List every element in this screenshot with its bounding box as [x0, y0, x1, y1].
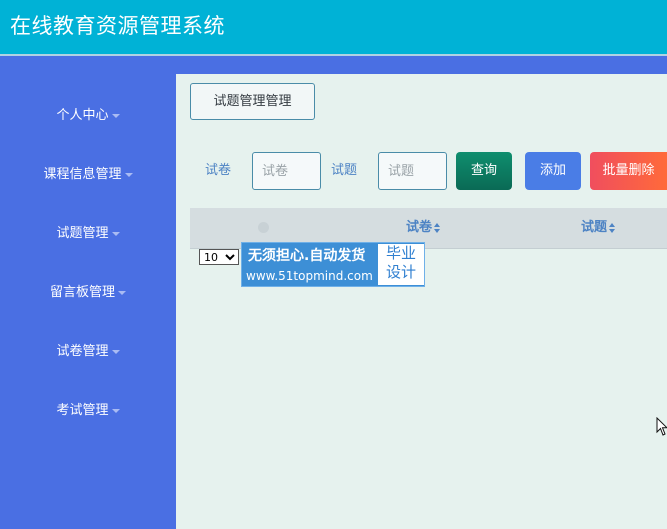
watermark-badge: 毕业 设计	[378, 244, 424, 285]
mouse-pointer-icon	[656, 417, 667, 436]
sidebar-item-label: 试卷管理	[56, 344, 109, 359]
sidebar-item-label: 课程信息管理	[43, 167, 122, 182]
column-header-question[interactable]: 试题	[581, 219, 616, 237]
watermark-banner: 无须担心.自动发货 www.51topmind.com 毕业 设计	[241, 242, 425, 287]
watermark-badge-line-1: 毕业	[385, 244, 416, 262]
sidebar-item-label: 试题管理	[56, 226, 109, 241]
breadcrumb[interactable]: 试题管理管理	[190, 83, 315, 120]
add-button[interactable]: 添加	[525, 152, 581, 190]
sidebar-item-message-board[interactable]: 留言板管理	[0, 284, 176, 302]
sidebar: 个人中心 课程信息管理 试题管理 留言板管理 试卷管理 考试管理	[0, 56, 176, 529]
app-title: 在线教育资源管理系统	[10, 14, 225, 38]
sidebar-item-papers[interactable]: 试卷管理	[0, 343, 176, 361]
watermark-badge-line-2: 设计	[385, 263, 416, 281]
sidebar-item-personal-center[interactable]: 个人中心	[0, 107, 176, 125]
caret-down-icon	[111, 349, 120, 354]
paper-search-input[interactable]	[252, 152, 321, 190]
caret-down-icon	[111, 113, 120, 118]
watermark-line-1: 无须担心.自动发货	[248, 248, 366, 264]
caret-down-icon	[118, 290, 126, 295]
sort-icon	[434, 222, 441, 233]
caret-down-icon	[124, 172, 133, 177]
sidebar-item-questions[interactable]: 试题管理	[0, 225, 176, 243]
main-content: 试题管理管理 试卷 试题 查询 添加 批量删除 试卷 试题 10	[176, 74, 667, 529]
question-search-input[interactable]	[378, 152, 447, 190]
sort-icon	[609, 222, 616, 233]
main-top-strip	[176, 56, 667, 74]
sidebar-item-course-info[interactable]: 课程信息管理	[0, 166, 176, 184]
column-header-label: 试卷	[406, 220, 433, 235]
sidebar-item-label: 个人中心	[56, 108, 109, 123]
sidebar-item-label: 留言板管理	[49, 285, 115, 300]
sidebar-item-exams[interactable]: 考试管理	[0, 402, 176, 420]
column-header-label: 试题	[581, 220, 608, 235]
select-all-checkbox[interactable]	[258, 222, 269, 233]
query-button[interactable]: 查询	[456, 152, 512, 190]
column-header-paper[interactable]: 试卷	[406, 219, 441, 237]
caret-down-icon	[111, 231, 120, 236]
sidebar-item-label: 考试管理	[56, 403, 109, 418]
page-size-select[interactable]: 10	[199, 249, 239, 265]
watermark-text: 无须担心.自动发货 www.51topmind.com	[242, 243, 378, 286]
paper-search-label: 试卷	[205, 163, 232, 178]
batch-delete-button[interactable]: 批量删除	[590, 152, 667, 190]
question-search-label: 试题	[331, 163, 358, 178]
top-header: 在线教育资源管理系统	[0, 0, 667, 54]
watermark-line-2: www.51topmind.com	[246, 269, 373, 283]
caret-down-icon	[111, 408, 120, 413]
